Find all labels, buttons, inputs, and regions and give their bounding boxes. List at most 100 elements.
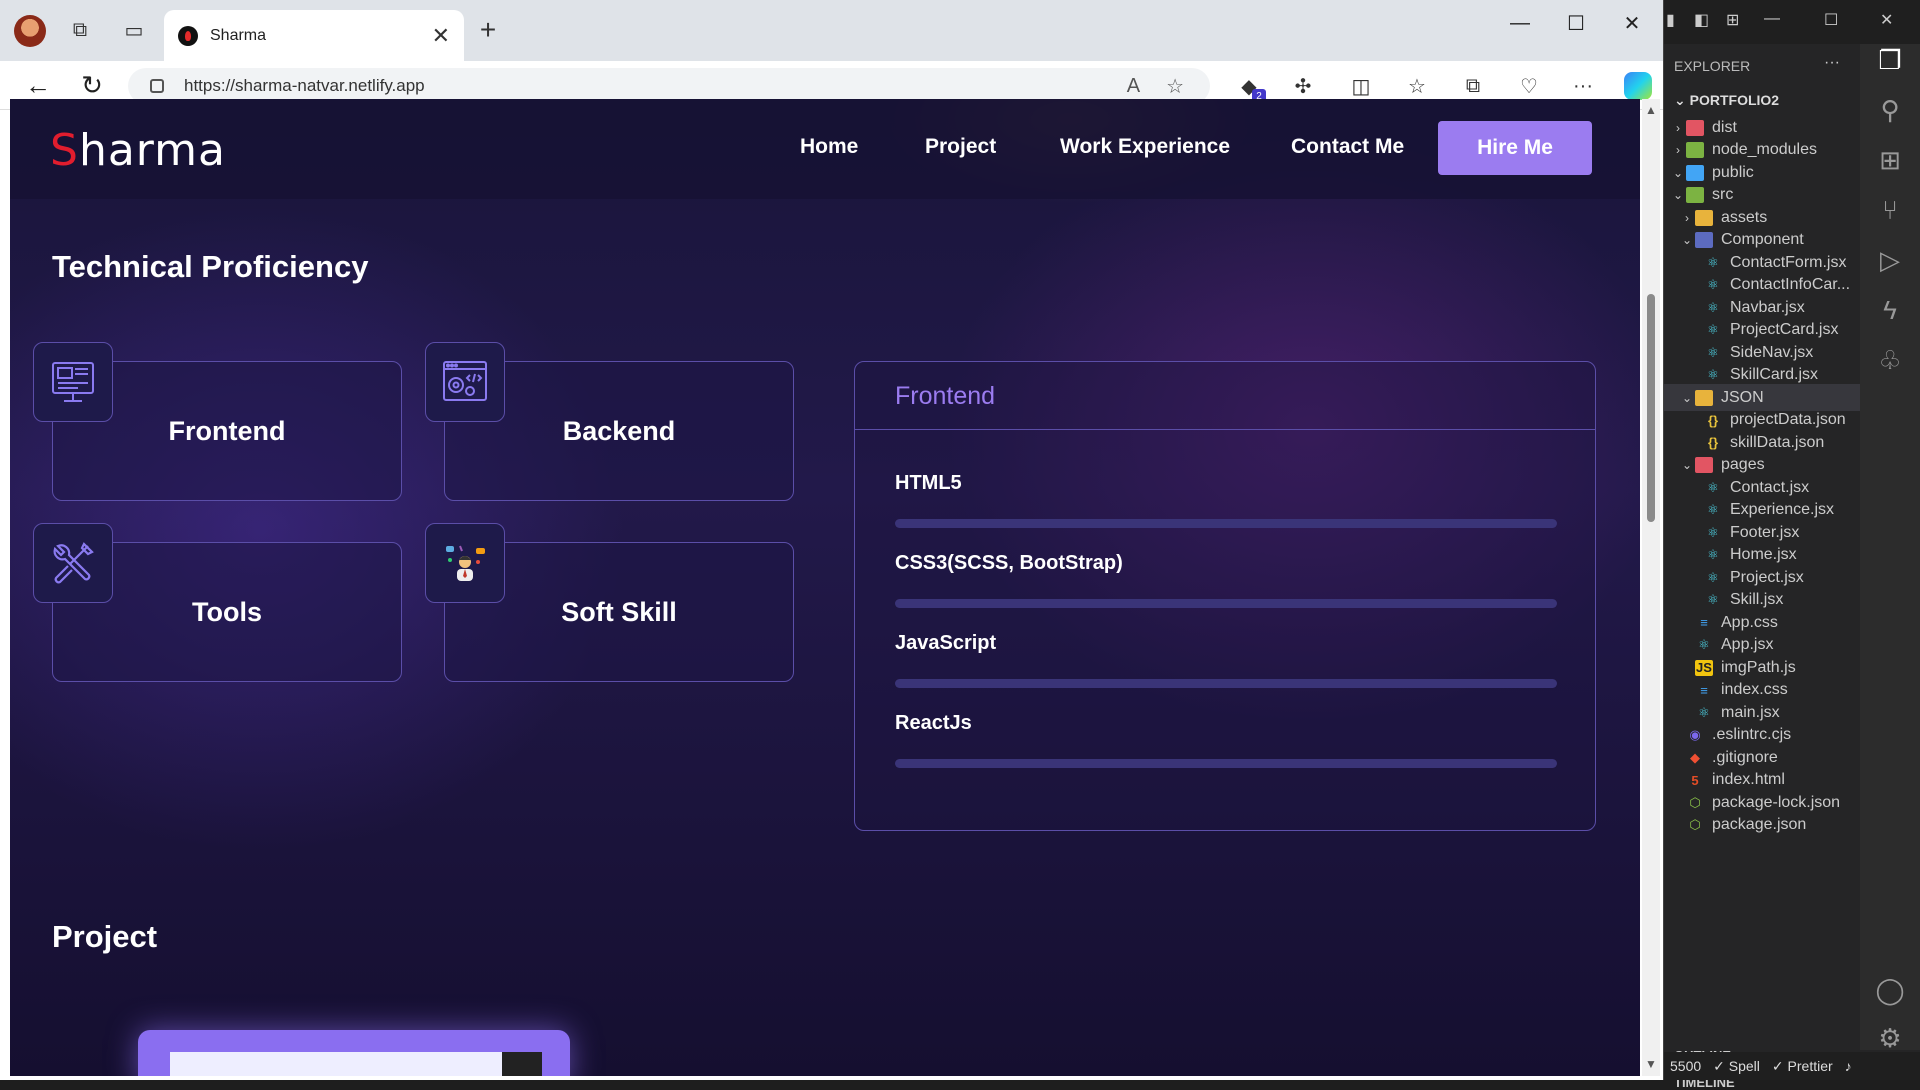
tab-actions-icon[interactable]: ▭ [116, 12, 152, 48]
vscode-close-button[interactable]: ✕ [1880, 10, 1893, 30]
status-bar: 5500 ✓ Spell ✓ Prettier ♪ [1664, 1052, 1920, 1080]
tree-item-label: Navbar.jsx [1730, 298, 1805, 316]
vscode-maximize-button[interactable]: ☐ [1824, 10, 1838, 30]
tree-item-label: dist [1712, 118, 1737, 136]
explorer-more-icon[interactable]: ··· [1824, 54, 1840, 72]
tree-item-label: imgPath.js [1721, 658, 1796, 676]
remote-tree-icon[interactable]: ♧ [1874, 344, 1906, 376]
notifications-bell-icon[interactable]: ♪ [1845, 1058, 1852, 1074]
extension-icon[interactable]: ◆ 2 [1232, 69, 1266, 103]
nav-project-link[interactable]: Project [925, 135, 996, 159]
minimize-button[interactable]: — [1492, 6, 1548, 40]
favorite-star-icon[interactable]: ☆ [1166, 74, 1184, 99]
run-debug-icon[interactable]: ▷ [1874, 244, 1906, 276]
chevron-down-icon: ⌄ [1672, 188, 1684, 202]
manage-gear-icon[interactable]: ⚙ [1874, 1022, 1906, 1054]
json-icon: {} [1707, 435, 1719, 450]
vscode-minimize-button[interactable]: — [1764, 10, 1780, 28]
folder-yellow-icon [1695, 389, 1713, 406]
skill-row-html5: HTML5 [895, 472, 1557, 528]
frontend-monitor-icon [33, 342, 113, 422]
tree-item-label: App.css [1721, 613, 1778, 631]
thunder-client-icon[interactable]: ϟ [1874, 294, 1906, 326]
toggle-panel-icon[interactable]: ▮ [1666, 10, 1675, 30]
chevron-right-icon: › [1685, 210, 1689, 225]
page-scrollbar[interactable]: ▲ ▼ [1642, 99, 1660, 1076]
react-icon: ⚛ [1698, 704, 1710, 720]
tree-item-label: Contact.jsx [1730, 478, 1810, 496]
refresh-icon[interactable]: ↻ [74, 67, 110, 103]
customize-layout-icon[interactable]: ⊞ [1726, 10, 1739, 30]
workspaces-icon[interactable]: ⧉ [62, 12, 98, 48]
react-icon: ⚛ [1707, 322, 1719, 337]
tree-item-label: node_modules [1712, 141, 1817, 158]
tree-item-label: .eslintrc.cjs [1712, 726, 1792, 743]
npm-icon: ⬡ [1689, 794, 1701, 810]
scrollbar-thumb[interactable] [1647, 294, 1655, 522]
source-control-icon[interactable]: ⑂ [1874, 194, 1906, 226]
folder-yellow-icon [1695, 209, 1713, 226]
tree-item-label: package.json [1712, 816, 1807, 833]
tree-item[interactable]: ⬡ package.json [1664, 812, 1860, 839]
skill-progress-bar [895, 519, 1557, 528]
favorites-icon[interactable]: ☆ [1400, 69, 1434, 103]
folder-green-icon [1686, 142, 1704, 158]
tree-item-label: ContactInfoCar... [1730, 276, 1851, 293]
tree-item-label: index.css [1721, 681, 1788, 698]
chevron-down-icon: ⌄ [1681, 390, 1693, 405]
maximize-button[interactable]: ☐ [1548, 6, 1604, 40]
project-root-folder[interactable]: ⌄ PORTFOLIO2 [1674, 92, 1779, 109]
project-section-title: Project [52, 919, 158, 954]
url-text[interactable]: https://sharma-natvar.netlify.app [184, 76, 1127, 96]
skill-row-css3: CSS3(SCSS, BootStrap) [895, 552, 1557, 608]
toggle-secondary-sidebar-icon[interactable]: ◧ [1694, 10, 1709, 30]
tab-close-icon[interactable]: ✕ [432, 23, 450, 49]
extensions-puzzle-icon[interactable]: ✣ [1286, 69, 1320, 103]
tree-item-label: skillData.json [1730, 433, 1825, 451]
site-navbar: Sharma Home Project Work Experience Cont… [10, 99, 1640, 199]
nav-work-experience-link[interactable]: Work Experience [1060, 135, 1230, 159]
project-root-label: PORTFOLIO2 [1689, 92, 1780, 108]
extensions-icon[interactable]: ⊞ [1874, 144, 1906, 176]
json-icon: {} [1707, 412, 1719, 428]
settings-more-icon[interactable]: ··· [1566, 69, 1600, 103]
project-card[interactable] [138, 1030, 570, 1076]
browser-essentials-icon[interactable]: ♡ [1512, 69, 1546, 103]
read-aloud-icon[interactable]: A [1127, 75, 1140, 98]
copilot-icon[interactable] [1624, 72, 1652, 100]
explorer-files-icon[interactable]: ❐ [1874, 44, 1906, 76]
tree-item-label: SkillCard.jsx [1730, 366, 1819, 383]
skill-row-reactjs: ReactJs [895, 712, 1557, 768]
tree-item-label: ContactForm.jsx [1730, 253, 1847, 271]
scroll-down-arrow-icon[interactable]: ▼ [1645, 1057, 1657, 1071]
collections-icon[interactable]: ⧉ [1456, 69, 1490, 103]
vscode-window: ▮ ◧ ⊞ — ☐ ✕ EXPLORER ··· ⌄ PORTFOLIO2 › d… [1664, 0, 1920, 1090]
search-icon[interactable]: ⚲ [1874, 94, 1906, 126]
status-spell[interactable]: ✓ Spell [1713, 1058, 1760, 1075]
chevron-down-icon: ⌄ [1681, 233, 1693, 247]
back-arrow-icon[interactable]: ← [20, 67, 56, 103]
react-icon: ⚛ [1707, 344, 1719, 360]
new-tab-button[interactable]: + [470, 12, 506, 48]
hire-me-button[interactable]: Hire Me [1438, 121, 1592, 175]
accounts-icon[interactable]: ◯ [1874, 974, 1906, 1006]
skill-name: HTML5 [895, 472, 962, 494]
explorer-header: EXPLORER [1674, 58, 1751, 74]
split-screen-icon[interactable]: ◫ [1344, 69, 1378, 103]
close-window-button[interactable]: ✕ [1604, 6, 1660, 40]
profile-avatar[interactable] [14, 15, 46, 47]
scroll-up-arrow-icon[interactable]: ▲ [1645, 103, 1657, 117]
nav-home-link[interactable]: Home [800, 135, 858, 159]
status-port[interactable]: 5500 [1670, 1058, 1701, 1074]
nav-contact-link[interactable]: Contact Me [1291, 135, 1404, 159]
browser-tab[interactable]: Sharma ✕ [164, 10, 464, 61]
react-icon: ⚛ [1707, 254, 1719, 270]
react-icon: ⚛ [1707, 569, 1719, 585]
html-icon: 5 [1691, 772, 1699, 788]
css-icon: ≡ [1700, 615, 1708, 630]
folder-cyan-icon [1695, 232, 1713, 248]
site-logo[interactable]: Sharma [50, 125, 226, 176]
react-icon: ⚛ [1707, 479, 1719, 495]
status-prettier[interactable]: ✓ Prettier [1772, 1058, 1833, 1075]
skill-progress-bar [895, 679, 1557, 688]
